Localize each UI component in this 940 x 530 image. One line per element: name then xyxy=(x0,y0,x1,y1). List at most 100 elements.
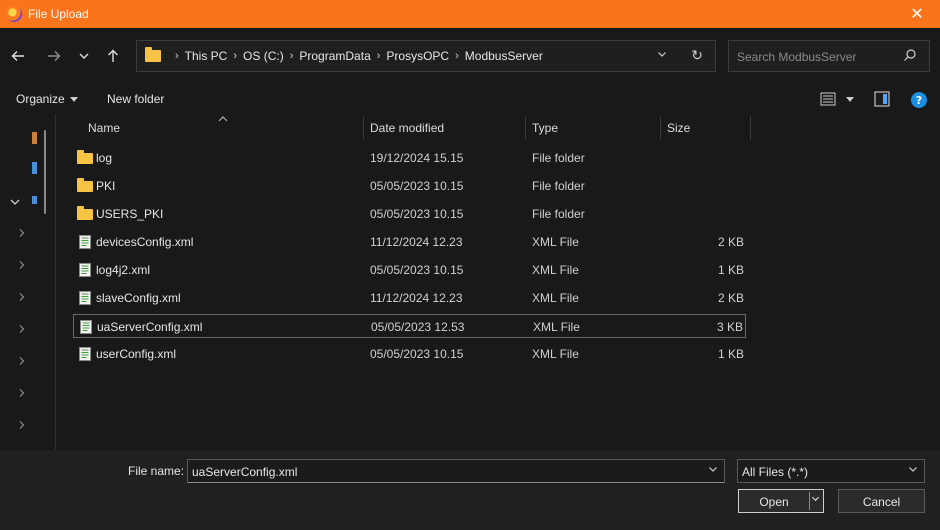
title-bar: File Upload ✕ xyxy=(0,0,940,28)
breadcrumb-item-programdata[interactable]: ProgramData xyxy=(299,49,370,63)
file-size: 3 KB xyxy=(716,320,743,334)
file-row[interactable]: PKI 05/05/2023 10.15 File folder xyxy=(73,174,746,198)
this-pc-icon xyxy=(32,196,37,204)
address-dropdown-button[interactable] xyxy=(657,49,667,62)
open-button-label: Open xyxy=(759,495,789,509)
bottom-panel: File name: uaServerConfig.xml All Files … xyxy=(0,450,940,530)
close-button[interactable]: ✕ xyxy=(894,0,940,28)
column-divider[interactable] xyxy=(363,116,364,140)
file-name-value[interactable]: uaServerConfig.xml xyxy=(192,465,297,479)
file-size: 1 KB xyxy=(717,347,744,361)
file-name: PKI xyxy=(96,179,116,193)
breadcrumb-item-modbusserver[interactable]: ModbusServer xyxy=(465,49,543,63)
file-type: XML File xyxy=(532,263,579,277)
file-row[interactable]: devicesConfig.xml 11/12/2024 12.23 XML F… xyxy=(73,230,746,254)
file-row[interactable]: log 19/12/2024 15.15 File folder xyxy=(73,146,746,170)
address-bar[interactable]: › This PC › OS (C:) › ProgramData › Pros… xyxy=(136,40,716,72)
file-row[interactable]: log4j2.xml 05/05/2023 10.15 XML File 1 K… xyxy=(73,258,746,282)
folder-icon xyxy=(77,150,93,164)
preview-pane-button[interactable] xyxy=(874,91,890,110)
svg-text:?: ? xyxy=(916,94,922,107)
navigation-bar: › This PC › OS (C:) › ProgramData › Pros… xyxy=(0,28,940,84)
xml-file-icon xyxy=(79,291,91,305)
column-divider[interactable] xyxy=(660,116,661,140)
file-type: XML File xyxy=(532,291,579,305)
recent-locations-button[interactable] xyxy=(72,44,96,68)
xml-file-icon xyxy=(79,263,91,277)
file-name: log4j2.xml xyxy=(96,263,151,277)
file-size: 1 KB xyxy=(717,263,744,277)
file-date-modified: 05/05/2023 10.15 xyxy=(370,179,464,193)
breadcrumb-item-prosysopc[interactable]: ProsysOPC xyxy=(386,49,449,63)
file-upload-dialog: File Upload ✕ › This PC › OS (C:) › Prog… xyxy=(0,0,940,530)
search-input[interactable] xyxy=(737,48,897,66)
column-divider[interactable] xyxy=(750,116,751,140)
sort-ascending-icon xyxy=(218,114,228,124)
chevron-down-icon xyxy=(909,467,917,472)
breadcrumb-item-this-pc[interactable]: This PC xyxy=(185,49,228,63)
file-name-dropdown-button[interactable] xyxy=(708,464,718,477)
file-size: 2 KB xyxy=(717,235,744,249)
file-date-modified: 05/05/2023 10.15 xyxy=(370,263,464,277)
up-button[interactable] xyxy=(101,44,125,68)
file-name: userConfig.xml xyxy=(96,347,177,361)
preview-pane-icon xyxy=(874,91,890,107)
file-name: slaveConfig.xml xyxy=(96,291,181,305)
file-size: 2 KB xyxy=(717,291,744,305)
chevron-down-icon[interactable] xyxy=(9,196,21,208)
navigation-pane-scrollbar[interactable] xyxy=(44,130,46,214)
search-box[interactable] xyxy=(728,40,930,72)
file-row[interactable]: slaveConfig.xml 11/12/2024 12.23 XML Fil… xyxy=(73,286,746,310)
file-list: Name Date modified Type Size log 19/12/2… xyxy=(57,114,940,450)
chevron-right-icon[interactable] xyxy=(17,228,27,238)
refresh-button[interactable]: ↻ xyxy=(691,47,703,64)
column-divider[interactable] xyxy=(525,116,526,140)
file-type-filter-dropdown[interactable] xyxy=(908,464,918,477)
chevron-right-icon[interactable] xyxy=(17,420,27,430)
file-name: USERS_PKI xyxy=(96,207,164,221)
file-row[interactable]: userConfig.xml 05/05/2023 10.15 XML File… xyxy=(73,342,746,366)
file-date-modified: 11/12/2024 12.23 xyxy=(370,291,463,305)
open-button[interactable]: Open xyxy=(738,489,824,513)
breadcrumb: › This PC › OS (C:) › ProgramData › Pros… xyxy=(169,49,543,63)
file-type: File folder xyxy=(532,179,585,193)
column-header-size[interactable]: Size xyxy=(667,121,690,135)
xml-file-icon xyxy=(79,347,91,361)
breadcrumb-separator: › xyxy=(455,50,459,62)
breadcrumb-separator: › xyxy=(376,50,381,62)
file-row[interactable]: USERS_PKI 05/05/2023 10.15 File folder xyxy=(73,202,746,226)
file-name-field[interactable]: uaServerConfig.xml xyxy=(187,459,725,483)
file-name: uaServerConfig.xml xyxy=(97,320,203,334)
chevron-right-icon[interactable] xyxy=(17,324,27,334)
organize-label: Organize xyxy=(16,92,65,106)
folder-icon xyxy=(145,47,161,62)
open-options-dropdown[interactable] xyxy=(811,494,820,506)
column-header-date-modified[interactable]: Date modified xyxy=(370,121,444,135)
back-button[interactable] xyxy=(6,44,30,68)
search-icon[interactable] xyxy=(903,48,917,62)
chevron-right-icon[interactable] xyxy=(17,260,27,270)
cancel-button[interactable]: Cancel xyxy=(838,489,925,513)
xml-file-icon xyxy=(80,320,92,334)
help-button[interactable]: ? xyxy=(910,91,928,112)
quick-access-icon xyxy=(32,132,37,144)
forward-button[interactable] xyxy=(42,44,66,68)
file-type-filter[interactable]: All Files (*.*) xyxy=(737,459,925,483)
organize-button[interactable]: Organize xyxy=(16,92,78,106)
breadcrumb-item-os-c[interactable]: OS (C:) xyxy=(243,49,284,63)
file-type: XML File xyxy=(532,235,579,249)
new-folder-button[interactable]: New folder xyxy=(107,92,164,106)
column-header-name[interactable]: Name xyxy=(88,121,120,135)
file-type: XML File xyxy=(533,320,580,334)
change-view-button[interactable] xyxy=(820,91,856,110)
file-date-modified: 05/05/2023 10.15 xyxy=(370,347,464,361)
column-header-type[interactable]: Type xyxy=(532,121,558,135)
chevron-right-icon[interactable] xyxy=(17,292,27,302)
file-date-modified: 05/05/2023 12.53 xyxy=(371,320,465,334)
folder-icon xyxy=(77,206,93,220)
file-row-selected[interactable]: uaServerConfig.xml 05/05/2023 12.53 XML … xyxy=(73,314,746,338)
chevron-right-icon[interactable] xyxy=(17,356,27,366)
xml-file-icon xyxy=(79,235,91,249)
navigation-pane xyxy=(0,114,56,450)
chevron-right-icon[interactable] xyxy=(17,388,27,398)
